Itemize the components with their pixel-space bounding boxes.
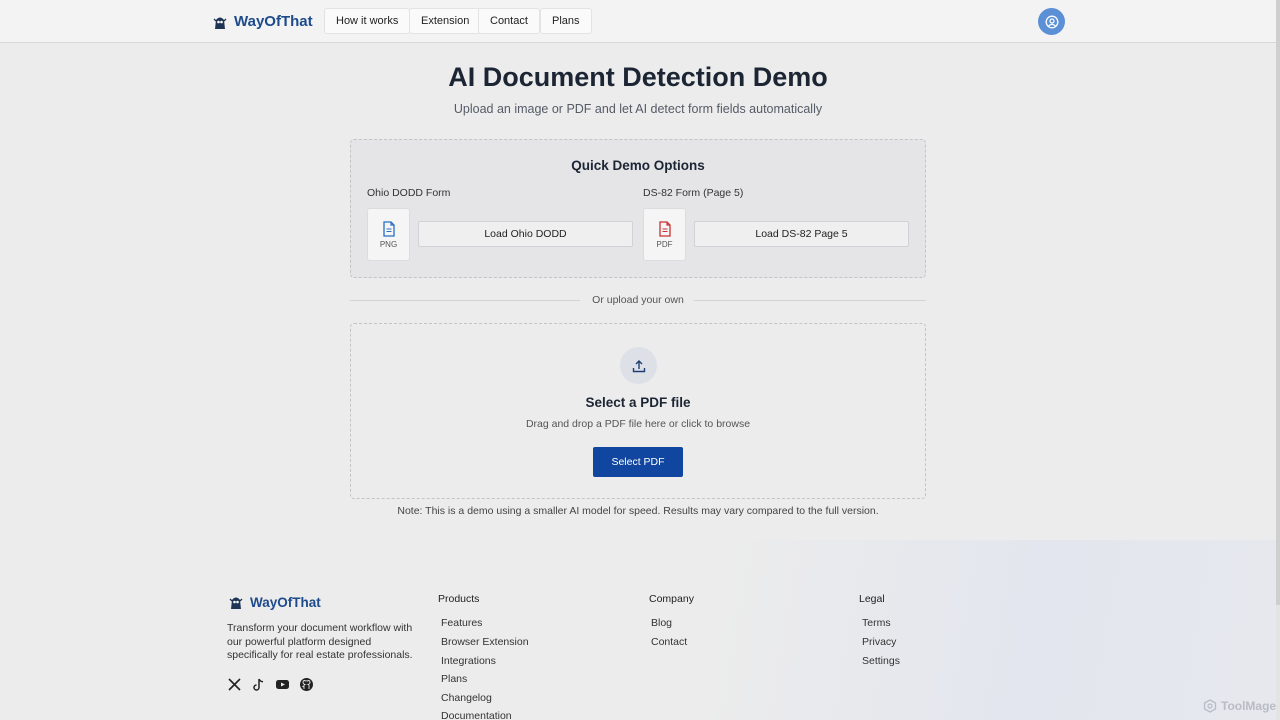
- page-subtitle: Upload an image or PDF and let AI detect…: [453, 102, 823, 116]
- brand-name: WayOfThat: [234, 13, 313, 30]
- nav-plans[interactable]: Plans: [540, 8, 592, 34]
- file-thumbnail-png: PNG: [367, 208, 410, 261]
- select-pdf-button[interactable]: Select PDF: [593, 447, 683, 477]
- footer-link-terms[interactable]: Terms: [862, 617, 891, 629]
- upload-icon-circle: [620, 347, 657, 384]
- nav-extension[interactable]: Extension: [409, 8, 482, 34]
- brand-logo[interactable]: WayOfThat: [212, 13, 313, 30]
- divider-line-right: [694, 300, 926, 301]
- footer-link-documentation[interactable]: Documentation: [441, 710, 512, 720]
- upload-title: Select a PDF file: [585, 395, 691, 410]
- watermark-logo-icon: [1203, 699, 1217, 713]
- file-type-label: PNG: [379, 239, 398, 249]
- tiktok-icon[interactable]: [251, 677, 266, 692]
- footer-link-integrations[interactable]: Integrations: [441, 655, 496, 667]
- footer-brand-logo[interactable]: WayOfThat: [228, 594, 321, 610]
- footer-heading-legal: Legal: [859, 593, 885, 605]
- file-dropzone[interactable]: Select a PDF file Drag and drop a PDF fi…: [350, 323, 926, 499]
- upload-hint: Drag and drop a PDF file here or click t…: [525, 418, 751, 430]
- upload-icon: [632, 359, 645, 372]
- footer-description: Transform your document workflow with ou…: [227, 622, 413, 661]
- page-title: AI Document Detection Demo: [448, 62, 828, 92]
- load-ds82-button[interactable]: Load DS-82 Page 5: [694, 221, 909, 247]
- document-icon: [382, 220, 395, 237]
- or-divider: Or upload your own: [350, 294, 926, 306]
- footer-brand-name: WayOfThat: [250, 594, 321, 610]
- footer-link-privacy[interactable]: Privacy: [862, 636, 896, 648]
- youtube-icon[interactable]: [275, 677, 290, 692]
- footer-heading-company: Company: [649, 593, 694, 605]
- top-navigation-bar: WayOfThat How it works Extension Contact…: [0, 0, 1276, 43]
- github-icon[interactable]: [299, 677, 314, 692]
- option-label-ds82: DS-82 Form (Page 5): [643, 187, 744, 199]
- footer-link-browser-extension[interactable]: Browser Extension: [441, 636, 529, 648]
- user-circle-icon: [1045, 15, 1058, 28]
- footer-link-blog[interactable]: Blog: [651, 617, 672, 629]
- footer-link-plans[interactable]: Plans: [441, 673, 467, 685]
- footer-link-features[interactable]: Features: [441, 617, 482, 629]
- user-account-button[interactable]: [1038, 8, 1065, 35]
- pdf-document-icon: [658, 220, 671, 237]
- file-type-label: PDF: [656, 239, 673, 249]
- brand-mascot-icon: [229, 597, 243, 609]
- option-label-ohio: Ohio DODD Form: [367, 187, 451, 199]
- demo-note: Note: This is a demo using a smaller AI …: [397, 505, 879, 517]
- quick-demo-panel: Quick Demo Options Ohio DODD Form PNG Lo…: [350, 139, 926, 278]
- footer: [0, 540, 1276, 720]
- footer-link-changelog[interactable]: Changelog: [441, 692, 492, 704]
- nav-contact[interactable]: Contact: [478, 8, 540, 34]
- footer-link-settings[interactable]: Settings: [862, 655, 900, 667]
- footer-heading-products: Products: [438, 593, 480, 605]
- load-ohio-dodd-button[interactable]: Load Ohio DODD: [418, 221, 633, 247]
- watermark: ToolMage: [1203, 699, 1276, 713]
- x-icon[interactable]: [227, 677, 242, 692]
- watermark-text: ToolMage: [1221, 699, 1277, 713]
- file-thumbnail-pdf: PDF: [643, 208, 686, 261]
- nav-how-it-works[interactable]: How it works: [324, 8, 411, 34]
- scrollbar-thumb[interactable]: [1276, 0, 1280, 605]
- quick-demo-title: Quick Demo Options: [571, 158, 705, 173]
- brand-mascot-icon: [213, 17, 227, 29]
- footer-link-contact[interactable]: Contact: [651, 636, 687, 648]
